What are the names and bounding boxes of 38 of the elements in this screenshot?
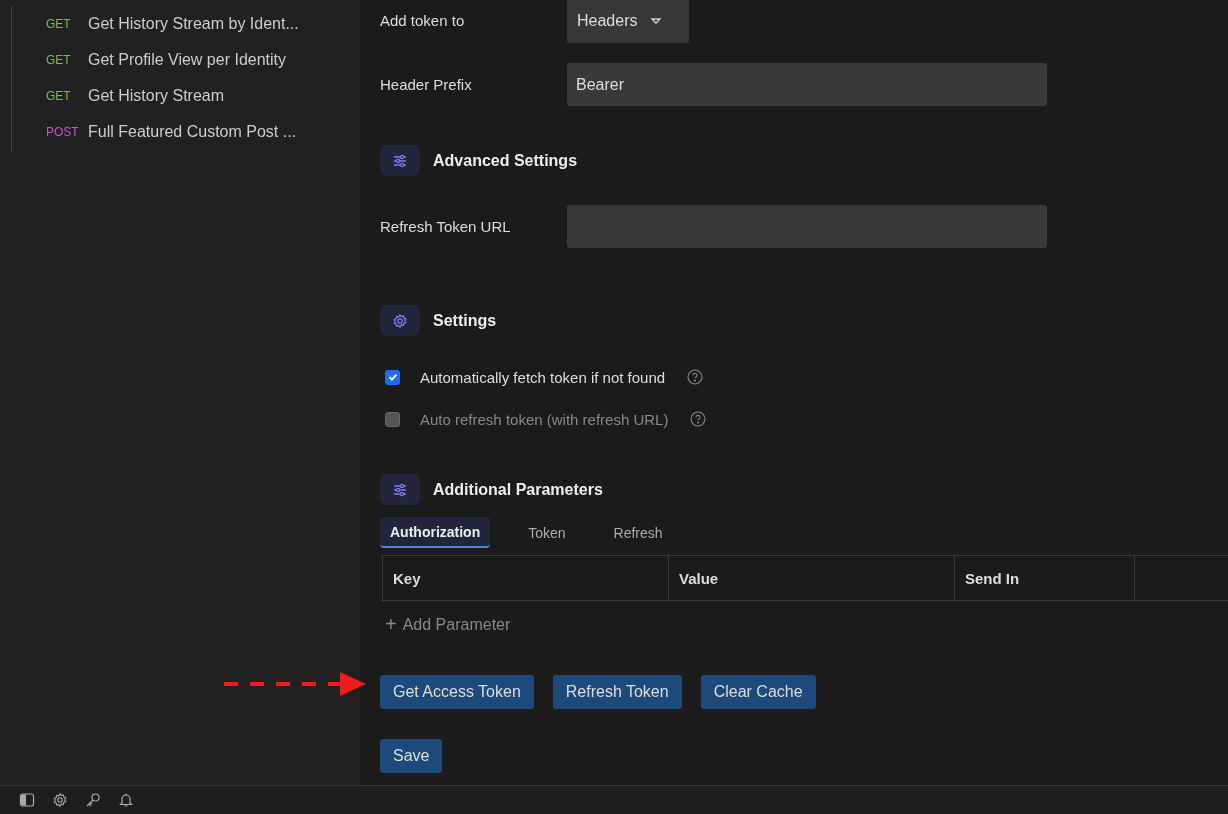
tab[interactable]: Token: [518, 517, 576, 548]
sidebar-toggle-icon[interactable]: [19, 792, 35, 808]
column-header: Key: [383, 556, 669, 600]
help-icon: [687, 369, 704, 385]
input-field[interactable]: Bearer: [567, 63, 1047, 106]
request-item[interactable]: POST Full Featured Custom Post ...: [46, 114, 360, 150]
field-label: Refresh Token URL: [380, 218, 512, 235]
tab[interactable]: Refresh: [603, 517, 673, 548]
tab[interactable]: Authorization: [380, 517, 491, 548]
request-item[interactable]: GET Get History Stream by Ident...: [46, 6, 360, 42]
save-button[interactable]: Save: [380, 739, 443, 773]
sliders-icon: [380, 474, 420, 505]
column-header: Send In: [955, 556, 1135, 600]
input-field[interactable]: [567, 205, 1047, 248]
settings-icon: [380, 305, 420, 336]
bell-icon[interactable]: [118, 792, 134, 808]
request-item[interactable]: GET Get History Stream: [46, 78, 360, 114]
action-button[interactable]: Clear Cache: [700, 675, 816, 709]
check-icon: [386, 371, 399, 383]
help-icon: [690, 411, 707, 427]
add-parameter-button[interactable]: + Add Parameter: [380, 613, 511, 636]
sliders-icon: [380, 145, 420, 176]
section-title: Advanced Settings: [433, 151, 578, 170]
column-header: Value: [669, 556, 955, 600]
section-title: Settings: [433, 311, 497, 330]
caret-icon: [651, 17, 662, 24]
action-button[interactable]: Refresh Token: [552, 675, 682, 709]
field-label: Header Prefix: [380, 76, 473, 93]
request-item[interactable]: GET Get Profile View per Identity: [46, 42, 360, 78]
option-label: Auto refresh token (with refresh URL): [420, 410, 669, 428]
field-label: Add token to: [380, 12, 466, 29]
token-location-dropdown[interactable]: Headers: [567, 0, 689, 43]
section-title: Additional Parameters: [433, 480, 603, 499]
key-icon[interactable]: [85, 792, 101, 808]
settings-icon[interactable]: [52, 792, 68, 808]
action-button[interactable]: Get Access Token: [380, 675, 534, 709]
checkbox[interactable]: [385, 369, 400, 385]
option-label: Automatically fetch token if not found: [420, 368, 666, 386]
